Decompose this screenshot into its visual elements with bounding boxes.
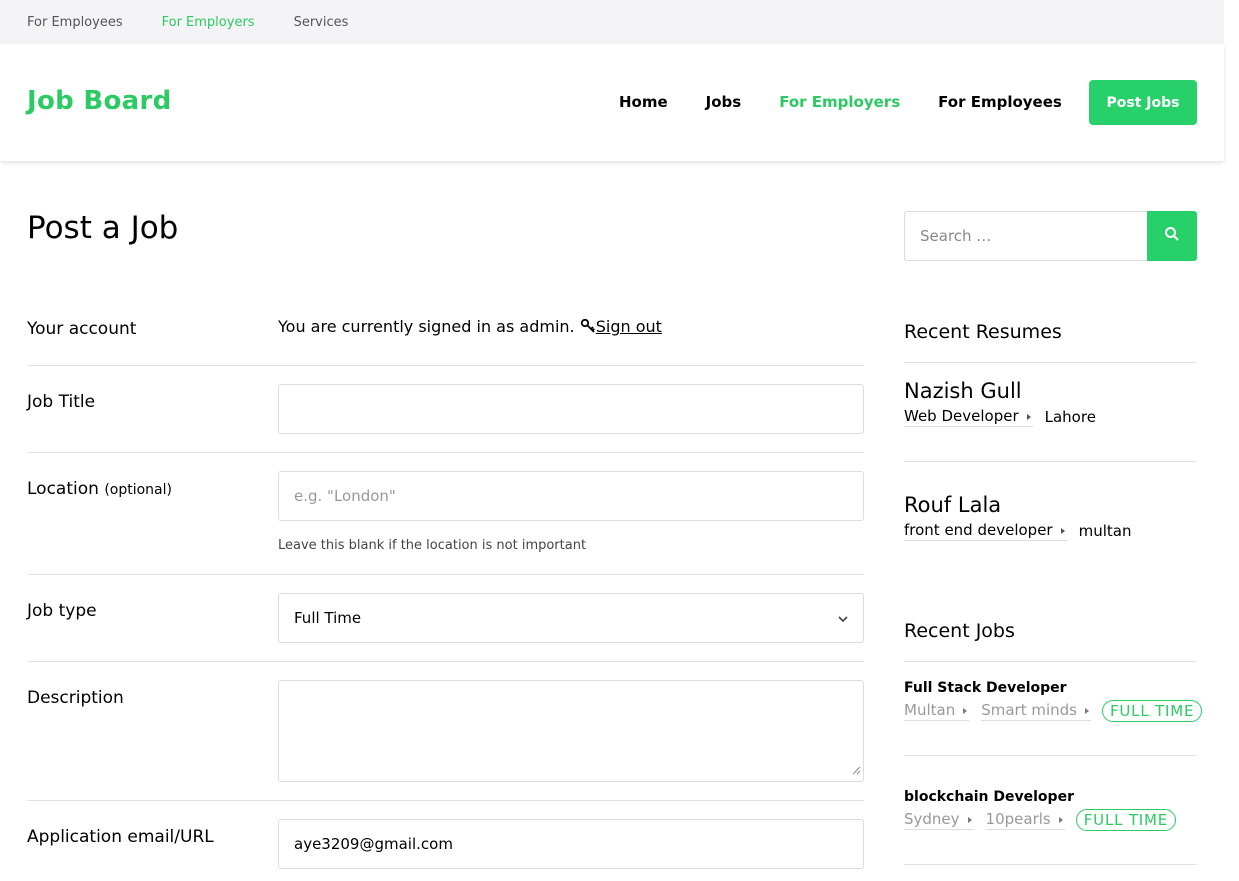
location-placeholder: e.g. "London" xyxy=(294,487,396,505)
location-input[interactable]: e.g. "London" xyxy=(278,471,864,521)
description-row: Description xyxy=(27,662,864,801)
optional-tag: (optional) xyxy=(104,482,172,498)
divider xyxy=(904,362,1197,363)
top-utility-bar: For Employees For Employers Services xyxy=(0,0,1224,44)
job-title-input[interactable] xyxy=(278,384,864,434)
job-location: Sydney xyxy=(904,810,974,830)
post-jobs-button[interactable]: Post Jobs xyxy=(1089,80,1197,125)
chevron-down-icon xyxy=(837,611,849,629)
location-hint: Leave this blank if the location is not … xyxy=(278,538,587,553)
job-type-select[interactable]: Full Time xyxy=(278,593,864,643)
nav-item-for-employees[interactable]: For Employees xyxy=(938,93,1062,111)
resume-meta: front end developer multan xyxy=(904,521,1131,541)
job-listing-meta: Multan Smart minds FULL TIME xyxy=(904,700,1203,722)
resize-handle-icon[interactable] xyxy=(852,761,861,779)
resume-meta: Web Developer Lahore xyxy=(904,407,1096,427)
divider xyxy=(904,864,1197,865)
nav-item-home[interactable]: Home xyxy=(619,93,668,111)
key-icon xyxy=(580,318,596,338)
application-email-value: aye3209@gmail.com xyxy=(294,835,453,853)
recent-resumes-title: Recent Resumes xyxy=(904,321,1062,343)
application-email-input[interactable]: aye3209@gmail.com xyxy=(278,819,864,869)
job-type-row: Job type Full Time xyxy=(27,575,864,662)
resume-role: front end developer xyxy=(904,521,1067,541)
nav-item-for-employers[interactable]: For Employers xyxy=(779,93,900,111)
site-logo[interactable]: Job Board xyxy=(27,86,172,116)
nav-item-jobs[interactable]: Jobs xyxy=(706,93,742,111)
job-listing-meta: Sydney 10pearls FULL TIME xyxy=(904,809,1177,831)
application-label: Application email/URL xyxy=(27,827,214,847)
location-row: Location (optional) e.g. "London" Leave … xyxy=(27,453,864,575)
main-nav: Home Jobs For Employers For Employees xyxy=(619,93,1100,111)
resume-role: Web Developer xyxy=(904,407,1033,427)
topbar-link-for-employers[interactable]: For Employers xyxy=(162,15,255,30)
sign-out-link[interactable]: Sign out xyxy=(596,317,662,336)
location-label: Location (optional) xyxy=(27,479,172,499)
divider xyxy=(904,661,1197,662)
topbar-link-services[interactable]: Services xyxy=(294,15,349,30)
account-status-text: You are currently signed in as admin. xyxy=(278,317,575,336)
location-label-text: Location xyxy=(27,479,99,499)
recent-jobs-title: Recent Jobs xyxy=(904,620,1015,642)
job-location: Multan xyxy=(904,701,970,721)
job-company: Smart minds xyxy=(981,701,1091,721)
job-title-row: Job Title xyxy=(27,366,864,453)
search-button[interactable] xyxy=(1147,211,1197,261)
job-type-badge: FULL TIME xyxy=(1101,700,1203,722)
job-company: 10pearls xyxy=(985,810,1065,830)
account-label: Your account xyxy=(27,319,137,339)
divider xyxy=(904,755,1197,756)
divider xyxy=(904,461,1197,462)
search-placeholder: Search … xyxy=(920,227,992,245)
page-title: Post a Job xyxy=(27,210,179,246)
job-type-badge: FULL TIME xyxy=(1075,809,1177,831)
resume-location: Lahore xyxy=(1044,408,1096,426)
site-header: Job Board Home Jobs For Employers For Em… xyxy=(0,44,1224,161)
job-listing-title[interactable]: blockchain Developer xyxy=(904,789,1074,805)
description-label: Description xyxy=(27,688,124,708)
topbar-link-for-employees[interactable]: For Employees xyxy=(27,15,123,30)
job-type-selected: Full Time xyxy=(294,609,362,627)
account-status: You are currently signed in as admin. Si… xyxy=(278,317,662,338)
job-listing-title[interactable]: Full Stack Developer xyxy=(904,680,1067,696)
description-textarea[interactable] xyxy=(278,680,864,782)
resume-name[interactable]: Rouf Lala xyxy=(904,493,1001,517)
job-type-label: Job type xyxy=(27,601,97,621)
job-title-label: Job Title xyxy=(27,392,96,412)
resume-location: multan xyxy=(1078,522,1132,540)
search-icon xyxy=(1164,226,1180,246)
application-row: Application email/URL aye3209@gmail.com xyxy=(27,801,864,881)
resume-name[interactable]: Nazish Gull xyxy=(904,379,1022,403)
search-input[interactable]: Search … xyxy=(904,211,1148,261)
